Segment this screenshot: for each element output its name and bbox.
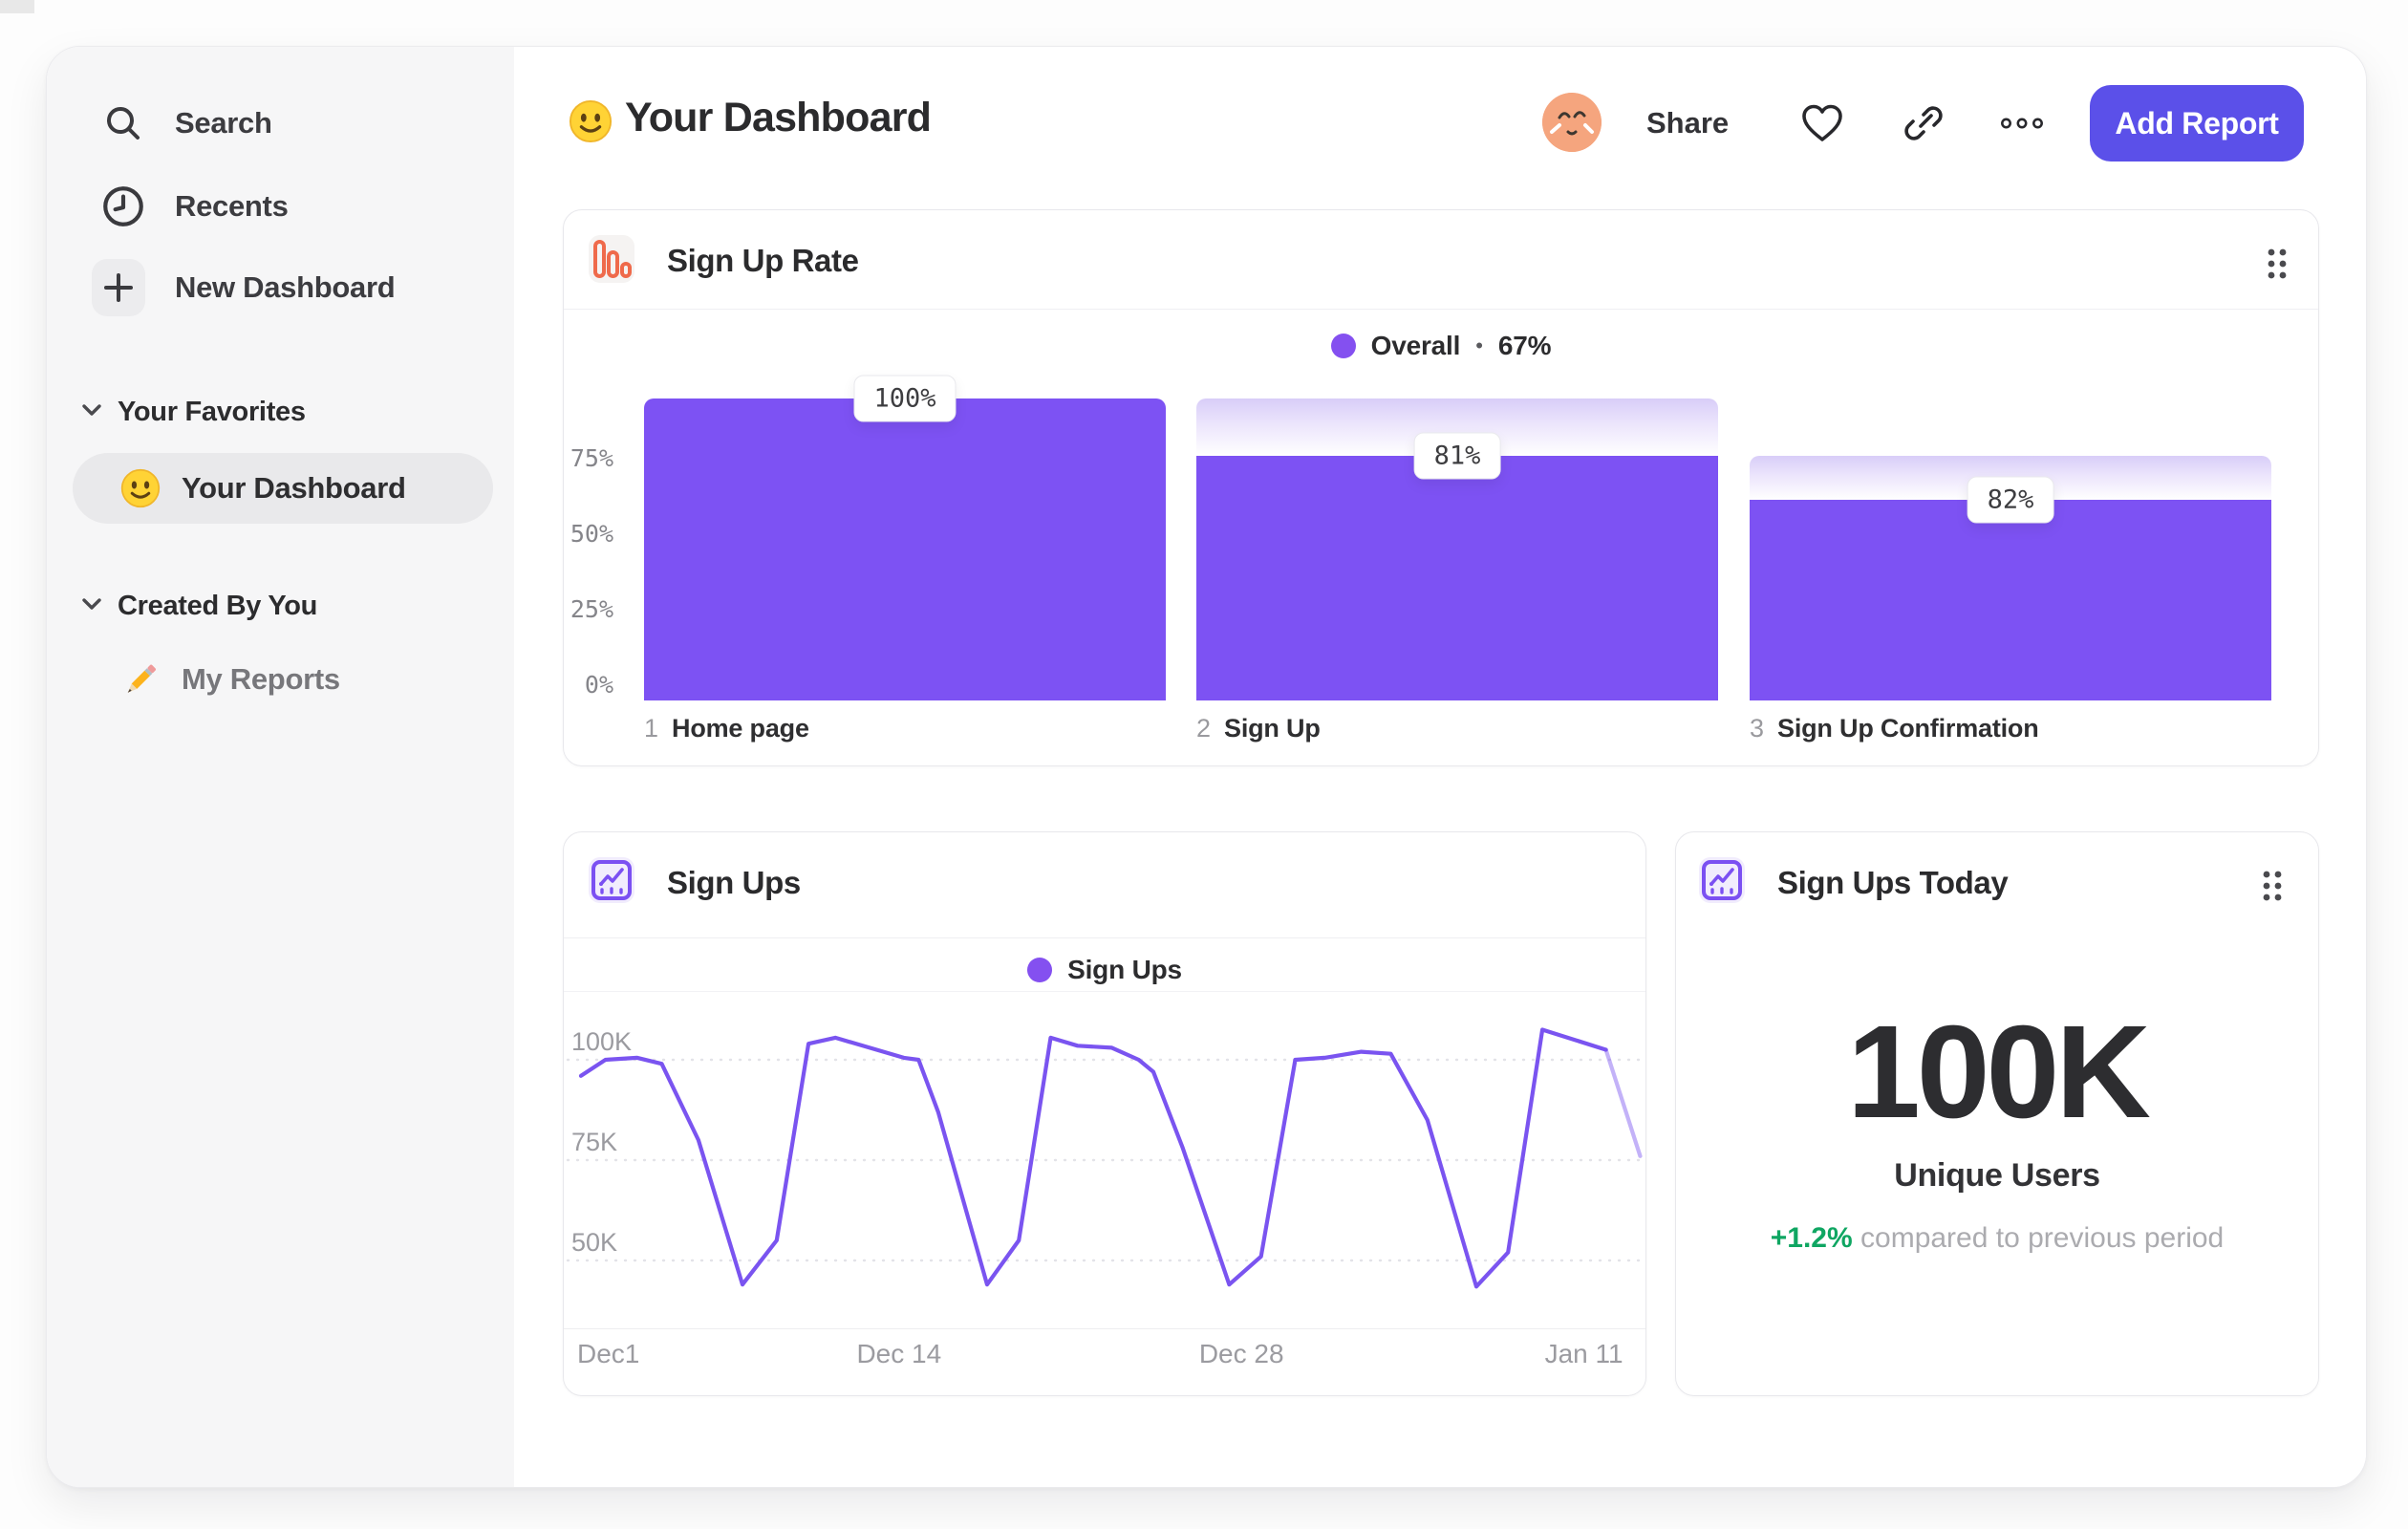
sidebar-item-label: Search — [175, 106, 272, 140]
funnel-step-label: 2 Sign Up — [1196, 714, 1321, 743]
delta-value: +1.2% — [1770, 1222, 1853, 1254]
sidebar-section-created-by-you[interactable]: Created By You — [47, 583, 514, 629]
sign-ups-today-card: Sign Ups Today 100K Unique Users +1.2% c… — [1675, 831, 2319, 1396]
funnel-y-tick: 75% — [570, 444, 613, 472]
step-name: Sign Up Confirmation — [1777, 714, 2039, 743]
metric-value: 100K — [1847, 999, 2151, 1146]
copy-link-button[interactable] — [1901, 100, 1946, 146]
step-number: 1 — [644, 714, 659, 743]
favorite-heart-button[interactable] — [1799, 100, 1845, 146]
sidebar-item-my-reports[interactable]: My Reports — [73, 644, 493, 715]
signups-line-incomplete-period — [1603, 1047, 1643, 1158]
funnel-step-label: 3 Sign Up Confirmation — [1750, 714, 2039, 743]
sidebar-item-label: My Reports — [182, 662, 340, 696]
chevron-down-icon — [79, 594, 104, 618]
funnel-y-tick: 50% — [570, 520, 613, 548]
funnel-step-label: 1 Home page — [644, 714, 809, 743]
x-axis-tick: Dec 28 — [1198, 1339, 1284, 1368]
page-title: Your Dashboard — [625, 95, 932, 140]
sidebar-item-recents[interactable]: Recents — [47, 170, 514, 243]
funnel-y-tick: 25% — [570, 595, 613, 623]
sign-up-rate-card: Sign Up Rate Overall • 67% 75% 50% 25% 0% 10… — [563, 209, 2319, 766]
more-options-button[interactable] — [1999, 100, 2045, 146]
link-icon — [1904, 106, 1943, 140]
search-icon — [97, 97, 150, 150]
smiley-emoji-icon — [569, 99, 613, 143]
drag-handle-icon[interactable] — [2255, 867, 2290, 905]
sidebar: Search Recents New Dashboard Your Favori… — [47, 47, 515, 1487]
step-name: Home page — [672, 714, 809, 743]
sidebar-item-your-dashboard[interactable]: Your Dashboard — [73, 453, 493, 524]
funnel-bar — [1196, 456, 1718, 700]
step-name: Sign Up — [1224, 714, 1321, 743]
add-report-button[interactable]: Add Report — [2090, 85, 2304, 162]
heart-icon — [1802, 104, 1842, 141]
backdrop-sliver — [0, 0, 34, 13]
sidebar-item-new-dashboard[interactable]: New Dashboard — [47, 251, 514, 324]
sidebar-item-label: New Dashboard — [175, 270, 396, 304]
funnel-bar-value-badge: 82% — [1967, 476, 2054, 524]
sidebar-item-search[interactable]: Search — [47, 87, 514, 160]
funnel-bar-value-badge: 100% — [853, 375, 957, 422]
funnel-bar — [1750, 500, 2271, 700]
x-axis-line — [564, 1328, 1645, 1329]
section-header-label: Your Favorites — [118, 396, 306, 427]
funnel-plot: 75% 50% 25% 0% 100% 1 Home page 81% 2 Sign Up 82% 3… — [564, 210, 2318, 765]
avatar[interactable] — [1542, 93, 1602, 152]
app-window: Search Recents New Dashboard Your Favori… — [46, 46, 2367, 1488]
sidebar-section-your-favorites[interactable]: Your Favorites — [47, 389, 514, 435]
smiley-emoji-icon — [120, 468, 161, 508]
x-axis-tick: Dec1 — [577, 1339, 640, 1368]
sidebar-item-label: Recents — [175, 189, 289, 223]
funnel-bar — [644, 398, 1166, 700]
line-chart-icon — [1699, 857, 1745, 903]
metric-delta-row: +1.2% compared to previous period — [1676, 1222, 2318, 1255]
pencil-emoji-icon — [120, 659, 161, 700]
step-number: 3 — [1750, 714, 1765, 743]
plus-icon — [92, 259, 145, 316]
screen: Search Recents New Dashboard Your Favori… — [0, 0, 2408, 1529]
chevron-down-icon — [79, 400, 104, 424]
x-axis-tick: Dec 14 — [856, 1339, 942, 1368]
sidebar-item-label: Your Dashboard — [182, 471, 406, 505]
signups-line-chart — [566, 1027, 1643, 1289]
funnel-y-tick: 0% — [584, 671, 613, 699]
section-header-label: Created By You — [118, 590, 318, 621]
funnel-bar-value-badge: 81% — [1413, 432, 1501, 480]
signups-plot: 100K 75K 50K Dec1 Dec 14 Dec 28 Jan 11 — [564, 832, 1645, 1395]
card-title: Sign Ups Today — [1777, 865, 2009, 900]
ellipsis-icon — [2001, 118, 2043, 129]
x-axis-tick: Jan 11 — [1544, 1339, 1623, 1368]
sign-ups-card: Sign Ups Sign Ups 100K 75K 50K Dec1 Dec 14 De… — [563, 831, 1646, 1396]
clock-icon — [97, 180, 150, 233]
metric-label: Unique Users — [1894, 1157, 2100, 1194]
delta-caption-text: compared to previous period — [1860, 1222, 2225, 1254]
delta-caption: compared to previous period — [1860, 1222, 2224, 1254]
step-number: 2 — [1196, 714, 1212, 743]
main-content: Your Dashboard Share Add Report Sign Up … — [514, 47, 2366, 1487]
share-button[interactable]: Share — [1646, 106, 1729, 140]
signups-line-series — [578, 1027, 1608, 1289]
